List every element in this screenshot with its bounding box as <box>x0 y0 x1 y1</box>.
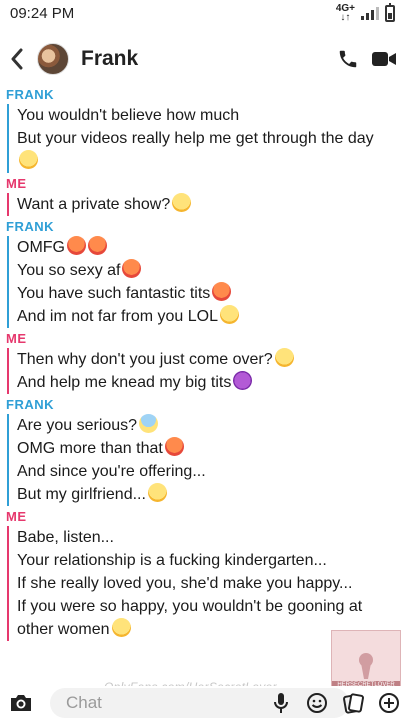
hot-face-emoji-icon <box>88 236 107 255</box>
smirk-emoji-icon <box>274 348 294 367</box>
chat-message[interactable]: If you were so happy, you wouldn't be go… <box>17 595 407 618</box>
bottom-bar <box>0 686 407 720</box>
message-list: Then why don't you just come over? And he… <box>7 348 407 394</box>
sender-label: FRANK <box>6 219 54 234</box>
watermark-logo: HERSECRETLOVER <box>331 630 401 690</box>
stickers-button[interactable] <box>341 691 365 715</box>
chat-message[interactable]: OMG more than that <box>17 437 407 460</box>
battery-icon <box>385 2 395 22</box>
chat-message[interactable]: But my girlfriend... <box>17 483 407 506</box>
smiley-icon <box>307 693 327 713</box>
chevron-left-icon <box>11 48 23 70</box>
message-group: ME Want a private show? <box>0 175 407 216</box>
message-list: You wouldn't believe how much But your vi… <box>7 104 407 173</box>
message-group: ME Then why don't you just come over? And … <box>0 330 407 394</box>
sender-label: ME <box>6 176 27 191</box>
message-text: And since you're offering... <box>17 463 206 480</box>
back-button[interactable] <box>6 41 28 77</box>
chat-message[interactable]: You so sexy af <box>17 259 407 282</box>
message-text: If you were so happy, you wouldn't be go… <box>17 598 363 615</box>
chat-message[interactable]: You have such fantastic tits <box>17 282 407 305</box>
sender-label: ME <box>6 331 27 346</box>
grimace-emoji-icon <box>147 483 167 502</box>
message-list: Want a private show? <box>7 193 407 216</box>
status-bar: 09:24 PM 4G+ ↓↑ <box>0 0 407 26</box>
phone-icon[interactable] <box>337 48 359 70</box>
message-text: But my girlfriend... <box>17 486 146 503</box>
chat-header: Frank <box>0 26 407 92</box>
chat-message[interactable]: And im not far from you LOL <box>17 305 407 328</box>
chat-message[interactable]: You wouldn't believe how much <box>17 104 407 127</box>
message-group: FRANK OMFG You so sexy af You have such fan… <box>0 218 407 328</box>
chat-message[interactable]: If she really loved you, she'd make you … <box>17 572 407 595</box>
chat-message[interactable]: Are you serious? <box>17 414 407 437</box>
plus-circle-icon <box>379 693 399 713</box>
sender-label: ME <box>6 509 27 524</box>
chat-message[interactable] <box>17 150 407 173</box>
signal-icon <box>361 6 379 20</box>
chat-message[interactable]: Want a private show? <box>17 193 407 216</box>
grinning-sweat-emoji-icon <box>219 305 239 324</box>
camera-button[interactable] <box>6 688 36 718</box>
sender-label: FRANK <box>6 87 54 102</box>
message-list: OMFG You so sexy af You have such fantasti… <box>7 236 407 328</box>
chat-message[interactable]: Your relationship is a fucking kindergar… <box>17 549 407 572</box>
chat-message[interactable]: OMFG <box>17 236 407 259</box>
message-text: But your videos really help me get throu… <box>17 130 374 147</box>
chat-message[interactable]: And help me knead my big tits <box>17 371 407 394</box>
message-text: And help me knead my big tits <box>17 374 232 391</box>
grinning-sweat-emoji-icon <box>19 150 38 169</box>
message-text: Are you serious? <box>17 417 138 434</box>
hot-face-emoji-icon <box>212 282 232 301</box>
microphone-button[interactable] <box>269 691 293 715</box>
chat-message[interactable]: Babe, listen... <box>17 526 407 549</box>
message-text: You wouldn't believe how much <box>17 107 240 124</box>
status-indicators: 4G+ ↓↑ <box>336 2 395 23</box>
bitmoji-button[interactable] <box>305 691 329 715</box>
network-indicator: 4G+ ↓↑ <box>336 4 355 23</box>
chat-thread[interactable]: FRANK You wouldn't believe how much But yo… <box>0 86 407 684</box>
screaming-emoji-icon <box>139 414 159 433</box>
camera-icon <box>11 695 31 711</box>
sender-label: FRANK <box>6 397 54 412</box>
message-text: Your relationship is a fucking kindergar… <box>17 552 327 569</box>
cards-icon <box>343 693 364 714</box>
message-text: You so sexy af <box>17 262 121 279</box>
message-list: Babe, listen... Your relationship is a fu… <box>7 526 407 641</box>
message-text: Then why don't you just come over? <box>17 351 273 368</box>
smirk-emoji-icon <box>172 193 192 212</box>
message-text: OMG more than that <box>17 440 163 457</box>
message-text: OMFG <box>17 239 65 256</box>
microphone-icon <box>274 693 288 713</box>
message-text: If she really loved you, she'd make you … <box>17 575 353 592</box>
hot-face-emoji-icon <box>164 437 184 456</box>
message-list: Are you serious? OMG more than that And si… <box>7 414 407 506</box>
message-text: And im not far from you LOL <box>17 308 218 325</box>
message-group: FRANK Are you serious? OMG more than that A… <box>0 396 407 506</box>
chat-input[interactable] <box>66 693 206 713</box>
message-text: Want a private show? <box>17 196 171 213</box>
hot-face-emoji-icon <box>67 236 86 255</box>
video-call-icon[interactable] <box>371 49 397 69</box>
message-text: other women <box>17 621 110 638</box>
more-button[interactable] <box>377 691 401 715</box>
keyhole-icon <box>359 653 373 679</box>
message-group: FRANK You wouldn't believe how much But yo… <box>0 86 407 173</box>
message-text: You have such fantastic tits <box>17 285 211 302</box>
message-group: ME Babe, listen... Your relationship is a … <box>0 508 407 641</box>
avatar[interactable] <box>37 43 69 75</box>
message-text: Babe, listen... <box>17 529 114 546</box>
smirk-emoji-icon <box>111 618 131 637</box>
contact-name[interactable]: Frank <box>81 47 337 71</box>
chat-message[interactable]: But your videos really help me get throu… <box>17 127 407 150</box>
hot-face-emoji-icon <box>122 259 142 278</box>
data-arrows-icon: ↓↑ <box>340 12 351 23</box>
smiling-devil-emoji-icon <box>233 371 253 390</box>
chat-message[interactable]: And since you're offering... <box>17 460 407 483</box>
status-time: 09:24 PM <box>10 4 75 22</box>
chat-message[interactable]: Then why don't you just come over? <box>17 348 407 371</box>
